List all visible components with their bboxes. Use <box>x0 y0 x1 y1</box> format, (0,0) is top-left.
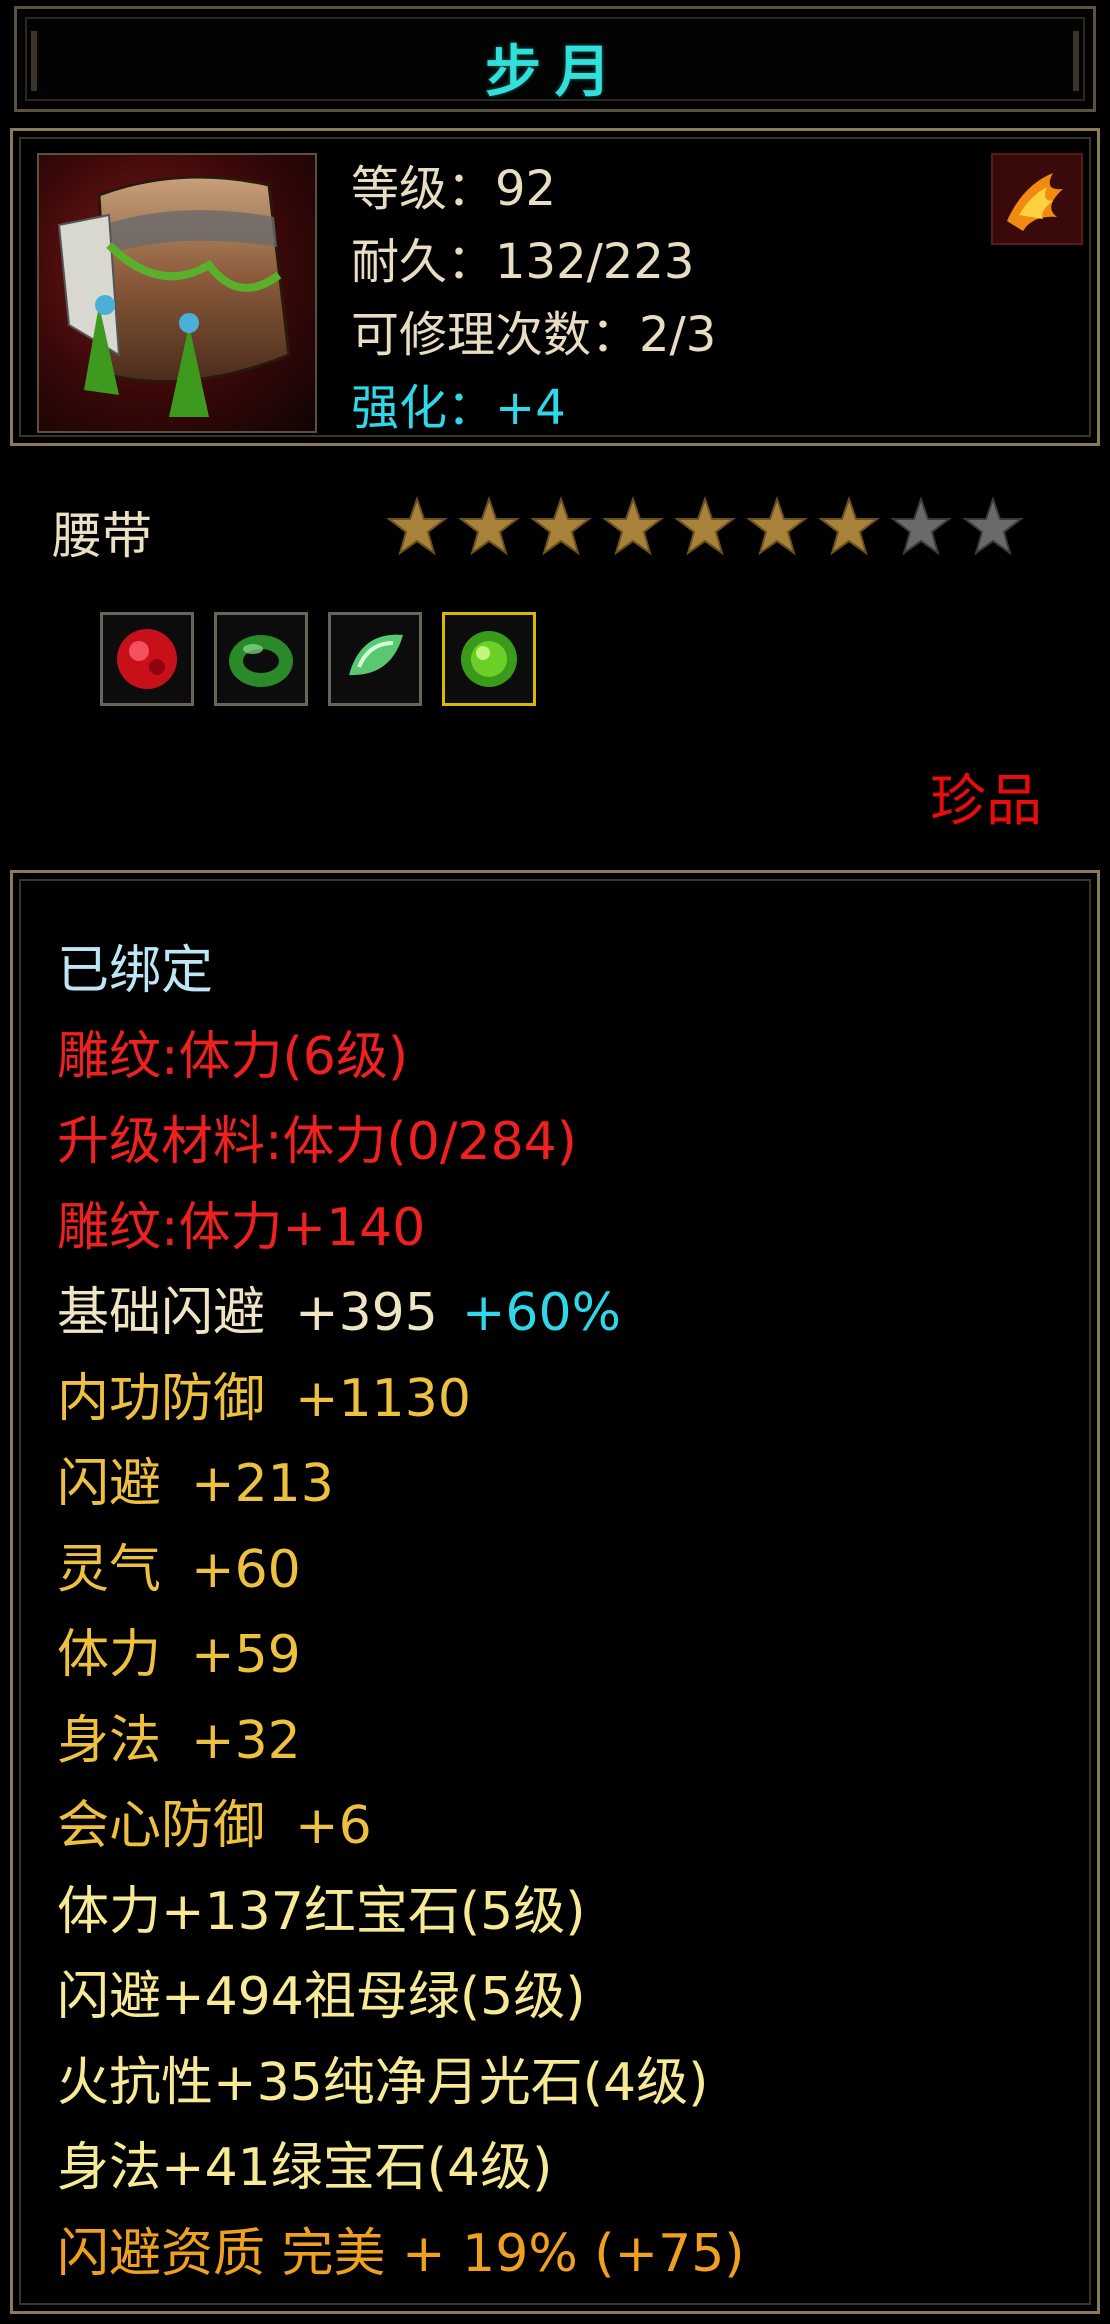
attr-value: +395 <box>295 1283 438 1343</box>
dodge-aptitude: 闪避资质 完美 + 19% (+75) <box>57 2223 745 2284</box>
attr-agility: 身法 +32 <box>57 1699 745 1785</box>
gem-bonus-emerald: 闪避+494祖母绿(5级) <box>57 1967 586 2027</box>
repair-count-text: 可修理次数：2/3 <box>351 307 717 363</box>
emerald-ring-gem-icon[interactable] <box>214 612 308 706</box>
attr-name: 内功防御 <box>57 1368 266 1429</box>
attr-value: +213 <box>191 1454 334 1514</box>
attr-value: +32 <box>191 1710 301 1771</box>
belt-item-icon[interactable] <box>37 153 317 433</box>
gem-bonus-ruby: 体力+137红宝石(5级) <box>57 1881 586 1942</box>
enhance-text: 强化：+4 <box>351 380 566 436</box>
attr-spirit: 灵气 +60 <box>57 1528 745 1614</box>
star-filled-icon <box>818 496 880 556</box>
attr-value: +1130 <box>295 1368 471 1429</box>
carving-bonus: 雕纹:体力+140 <box>57 1197 426 1258</box>
attr-inner-defense: 内功防御 +1130 <box>57 1357 745 1443</box>
attributes-panel: 已绑定 雕纹:体力(6级) 升级材料:体力(0/284) 雕纹:体力+140 基… <box>10 870 1100 2314</box>
attr-name: 会心防御 <box>57 1796 266 1856</box>
attr-name: 基础闪避 <box>57 1283 266 1343</box>
star-filled-icon <box>674 496 736 556</box>
ruby-gem-icon[interactable] <box>100 612 194 706</box>
attr-value: +59 <box>191 1625 301 1685</box>
gem-sockets <box>100 612 536 706</box>
attr-crit-defense: 会心防御 +6 <box>57 1784 745 1870</box>
attr-value: +6 <box>295 1796 372 1856</box>
upgrade-material: 升级材料:体力(0/284) <box>57 1112 577 1172</box>
item-info-lines: 等级：92 耐久：132/223 可修理次数：2/3 强化：+4 <box>351 153 716 445</box>
bound-status: 已绑定 <box>57 941 214 1001</box>
star-empty-icon <box>890 496 952 556</box>
star-filled-icon <box>602 496 664 556</box>
star-filled-icon <box>458 496 520 556</box>
item-info-box: 等级：92 耐久：132/223 可修理次数：2/3 强化：+4 <box>10 128 1100 446</box>
star-filled-icon <box>530 496 592 556</box>
quality-label: 珍品 <box>930 769 1042 834</box>
carving-level: 雕纹:体力(6级) <box>57 1026 409 1087</box>
flame-emblem-icon <box>991 153 1083 245</box>
attr-name: 灵气 <box>57 1539 162 1600</box>
attr-percent: +60% <box>461 1283 621 1343</box>
star-rating <box>386 496 1024 558</box>
attr-value: +60 <box>191 1539 301 1600</box>
attr-name: 身法 <box>57 1710 162 1771</box>
level-text: 等级：92 <box>351 161 557 217</box>
item-type-label: 腰带 <box>52 507 152 565</box>
star-filled-icon <box>386 496 448 556</box>
green-gem-icon[interactable] <box>442 612 536 706</box>
attr-name: 体力 <box>57 1625 162 1685</box>
attr-base-dodge: 基础闪避 +395 +60% <box>57 1271 745 1357</box>
durability-text: 耐久：132/223 <box>351 234 695 290</box>
gem-bonus-moonstone: 火抗性+35纯净月光石(4级) <box>57 2052 709 2113</box>
attr-name: 闪避 <box>57 1454 162 1514</box>
star-filled-icon <box>746 496 808 556</box>
title-bar: 步月 <box>14 6 1096 112</box>
attribute-list: 已绑定 雕纹:体力(6级) 升级材料:体力(0/284) 雕纹:体力+140 基… <box>57 929 745 2297</box>
green-crystal-gem-icon[interactable] <box>328 612 422 706</box>
attr-stamina: 体力 +59 <box>57 1613 745 1699</box>
gem-bonus-green: 身法+41绿宝石(4级) <box>57 2138 553 2198</box>
attr-dodge: 闪避 +213 <box>57 1442 745 1528</box>
star-empty-icon <box>962 496 1024 556</box>
item-name: 步月 <box>485 40 625 105</box>
